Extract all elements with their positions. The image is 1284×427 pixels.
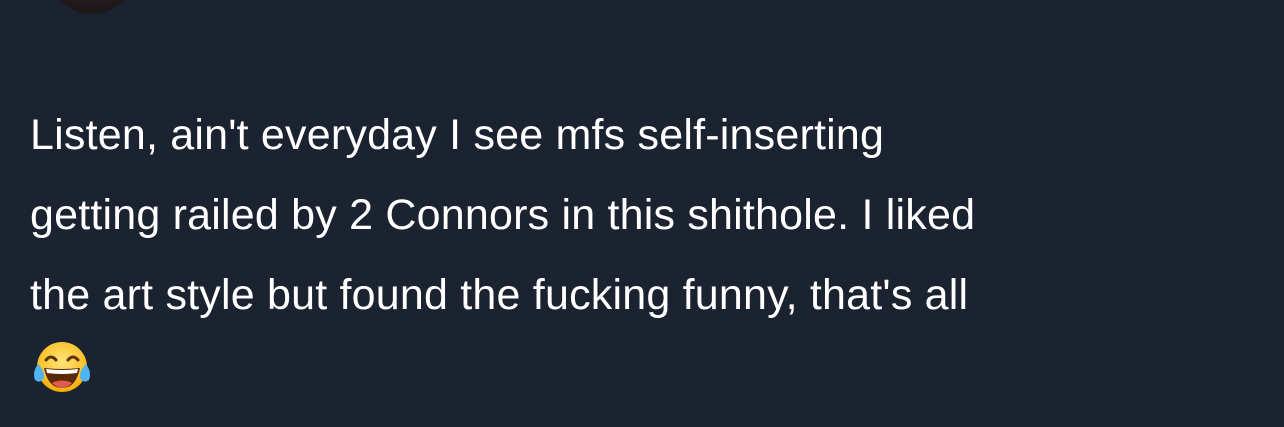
- avatar[interactable]: [50, 0, 134, 14]
- tweet-text-line-3: the art style but found the fucking funn…: [30, 271, 969, 319]
- face-with-tears-of-joy-icon: [34, 342, 90, 392]
- tweet-text-line-2: getting railed by 2 Connors in this shit…: [30, 191, 976, 239]
- tweet-text: Listen, ain't everyday I see mfs self-in…: [30, 95, 1260, 335]
- tweet-text-line-1: Listen, ain't everyday I see mfs self-in…: [30, 111, 885, 159]
